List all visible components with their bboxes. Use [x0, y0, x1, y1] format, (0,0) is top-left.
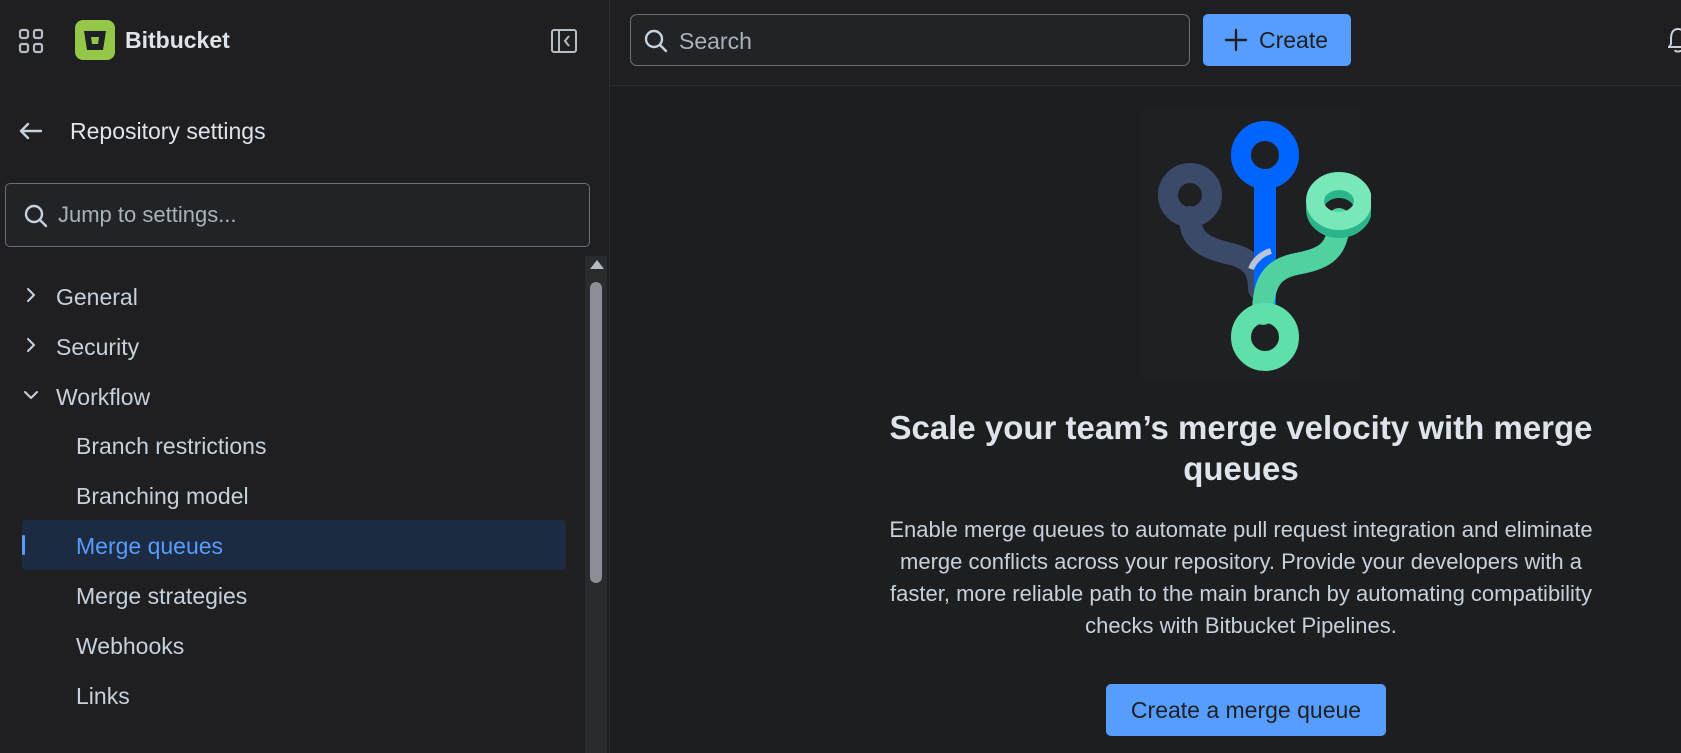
- nav-item-label: Branching model: [76, 483, 249, 509]
- top-navigation: Create: [611, 0, 1681, 86]
- global-search-field[interactable]: [630, 14, 1190, 66]
- nav-item-webhooks[interactable]: Webhooks: [22, 620, 566, 670]
- scroll-up-arrow[interactable]: [590, 260, 604, 269]
- app-root: Bitbucket Repository settings Jump to se…: [0, 0, 1681, 753]
- search-icon: [643, 28, 669, 54]
- nav-item-merge-queues[interactable]: Merge queues: [22, 520, 566, 570]
- sidebar-header: Bitbucket: [0, 0, 610, 80]
- nav-group-workflow[interactable]: Workflow: [0, 372, 570, 420]
- brand-name[interactable]: Bitbucket: [125, 27, 230, 54]
- chevron-right-icon: [20, 334, 42, 356]
- nav-item-label: Links: [76, 683, 130, 709]
- nav-group-label: Security: [56, 334, 140, 360]
- jump-to-settings-field[interactable]: [5, 183, 590, 247]
- empty-state-headline: Scale your team’s merge velocity with me…: [889, 409, 1593, 487]
- settings-sidebar: Bitbucket Repository settings Jump to se…: [0, 0, 610, 753]
- plus-icon: [1223, 27, 1249, 53]
- scroll-thumb[interactable]: [590, 282, 602, 583]
- search-icon: [23, 203, 49, 229]
- nav-group-general[interactable]: General: [0, 272, 570, 320]
- back-to-repository-settings[interactable]: Repository settings: [0, 108, 600, 154]
- bitbucket-logo-icon[interactable]: [75, 20, 115, 60]
- global-search-input[interactable]: [679, 21, 1179, 61]
- create-button[interactable]: Create: [1203, 14, 1351, 66]
- nav-item-branching-model[interactable]: Branching model: [22, 470, 566, 520]
- chevron-down-icon: [20, 384, 42, 406]
- nav-item-label: Merge strategies: [76, 583, 248, 609]
- repository-settings-title: Repository settings: [70, 118, 266, 144]
- nav-item-label: Merge queues: [76, 533, 224, 559]
- nav-item-label: Branch restrictions: [76, 433, 267, 459]
- sidebar-collapse-icon[interactable]: [548, 25, 580, 57]
- chevron-right-icon: [20, 284, 42, 306]
- jump-to-settings-input[interactable]: [58, 194, 578, 236]
- sidebar-scrollbar[interactable]: [585, 256, 607, 753]
- nav-group-security[interactable]: Security: [0, 322, 570, 370]
- merge-queue-illustration: [1131, 109, 1372, 379]
- nav-item-label: Webhooks: [76, 633, 185, 659]
- create-button-label: Create: [1259, 27, 1329, 53]
- nav-group-label: Workflow: [56, 384, 151, 410]
- bell-icon[interactable]: [1667, 26, 1681, 54]
- nav-item-merge-strategies[interactable]: Merge strategies: [22, 570, 566, 620]
- merge-queues-empty-state: Scale your team’s merge velocity with me…: [611, 87, 1681, 753]
- create-merge-queue-button[interactable]: Create a merge queue: [1106, 684, 1386, 736]
- nav-item-links[interactable]: Links: [22, 670, 566, 720]
- arrow-left-icon[interactable]: [16, 116, 46, 146]
- nav-item-branch-restrictions[interactable]: Branch restrictions: [22, 420, 566, 470]
- active-indicator: [22, 535, 25, 555]
- empty-state-description: Enable merge queues to automate pull req…: [889, 517, 1593, 638]
- nav-group-label: General: [56, 284, 138, 310]
- grid-icon[interactable]: [18, 28, 44, 54]
